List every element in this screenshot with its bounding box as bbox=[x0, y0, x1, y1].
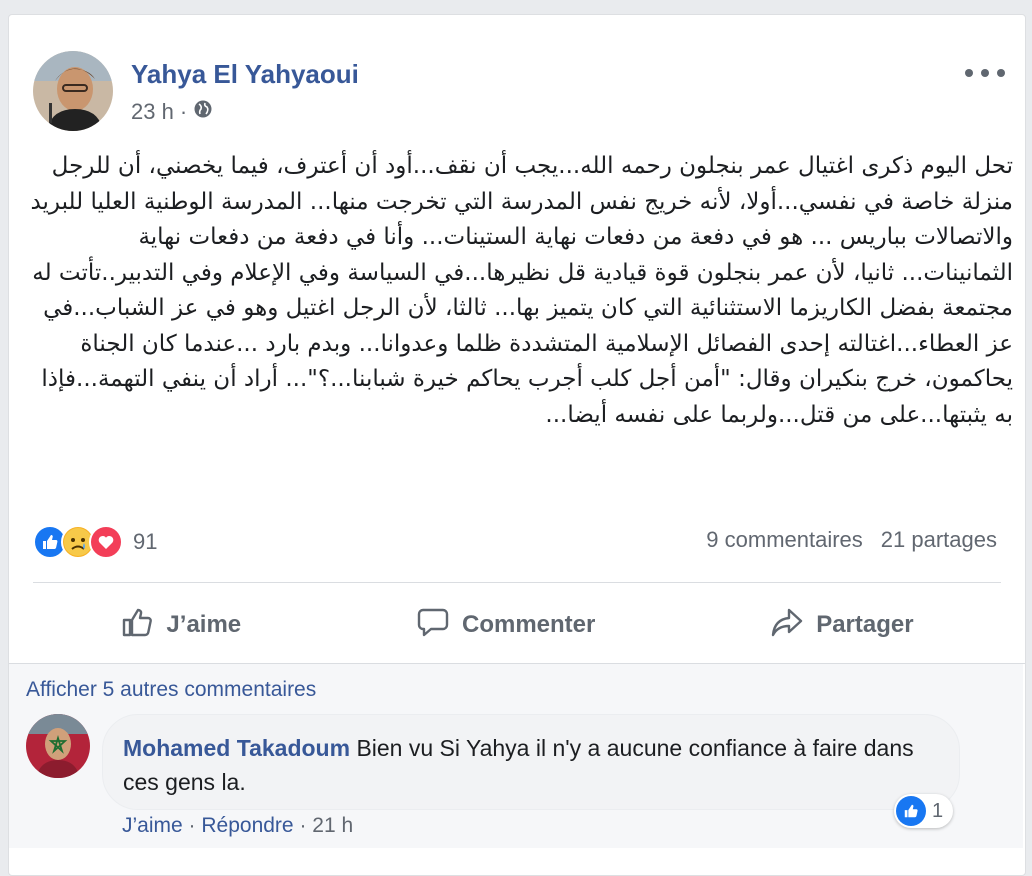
commenter-avatar[interactable] bbox=[26, 714, 90, 778]
post-body: تحل اليوم ذكرى اغتيال عمر بنجلون رحمه ال… bbox=[29, 149, 1013, 433]
author-avatar[interactable] bbox=[33, 51, 113, 131]
love-reaction-icon bbox=[89, 525, 123, 559]
reaction-count: 91 bbox=[133, 529, 157, 555]
comment-actions-separator: · bbox=[189, 814, 202, 837]
comment-reaction-badge[interactable]: 1 bbox=[894, 794, 953, 828]
comment-icon bbox=[416, 605, 450, 646]
comment-reply-link[interactable]: Répondre bbox=[201, 814, 293, 837]
post-actions-bar: J’aime Commenter Partager bbox=[33, 595, 1001, 655]
comment-button[interactable]: Commenter bbox=[416, 605, 595, 646]
comment-bubble: Mohamed Takadoum Bien vu Si Yahya il n'y… bbox=[102, 714, 960, 810]
post-timestamp[interactable]: 23 h bbox=[131, 99, 174, 125]
post-meta: 23 h · bbox=[131, 99, 213, 125]
share-button-label: Partager bbox=[816, 611, 913, 639]
like-button[interactable]: J’aime bbox=[120, 605, 241, 646]
post-author-name[interactable]: Yahya El Yahyaoui bbox=[131, 59, 359, 90]
comment-actions: J’aime · Répondre · 21 h bbox=[122, 814, 353, 838]
post-stats: 9 commentaires 21 partages bbox=[706, 527, 997, 553]
like-reaction-icon bbox=[896, 796, 926, 826]
globe-icon bbox=[193, 99, 213, 125]
comment-button-label: Commenter bbox=[462, 611, 595, 639]
meta-separator: · bbox=[180, 99, 187, 125]
comment-timestamp[interactable]: 21 h bbox=[312, 814, 353, 837]
view-more-comments-link[interactable]: Afficher 5 autres commentaires bbox=[26, 678, 316, 702]
comments-count-link[interactable]: 9 commentaires bbox=[706, 527, 863, 553]
reactions-summary[interactable]: 91 bbox=[33, 525, 157, 559]
comment-content: Mohamed Takadoum Bien vu Si Yahya il n'y… bbox=[123, 731, 943, 799]
comment-author-name[interactable]: Mohamed Takadoum bbox=[123, 735, 350, 761]
share-icon bbox=[770, 605, 804, 646]
comment-like-link[interactable]: J’aime bbox=[122, 814, 183, 837]
comment-reaction-count: 1 bbox=[932, 800, 943, 823]
thumbs-up-icon bbox=[120, 605, 154, 646]
shares-count-link[interactable]: 21 partages bbox=[881, 527, 997, 553]
like-button-label: J’aime bbox=[166, 611, 241, 639]
more-options-icon[interactable] bbox=[965, 63, 1005, 83]
share-button[interactable]: Partager bbox=[770, 605, 913, 646]
comment-actions-separator: · bbox=[299, 814, 312, 837]
actions-divider-top bbox=[33, 582, 1001, 583]
